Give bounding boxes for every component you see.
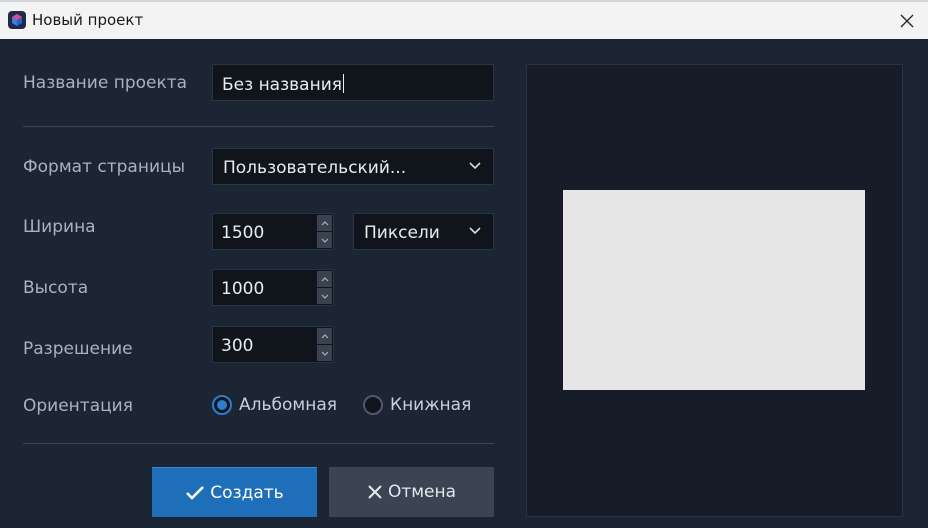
spinner-down-icon: [321, 351, 328, 356]
width-down-button[interactable]: [317, 232, 332, 248]
width-value: 1500: [221, 223, 265, 243]
orientation-portrait-radio[interactable]: Книжная: [363, 395, 471, 415]
radio-label: Книжная: [390, 395, 472, 415]
radio-dot: [212, 395, 232, 415]
app-logo-icon: [8, 11, 26, 29]
width-label: Ширина: [23, 217, 96, 237]
close-button[interactable]: [894, 8, 920, 34]
unit-value: Пиксели: [364, 223, 440, 243]
height-up-button[interactable]: [317, 271, 332, 287]
chevron-down-icon: [469, 162, 481, 170]
cancel-label: Отмена: [387, 482, 457, 502]
resolution-label: Разрешение: [23, 339, 133, 359]
height-label: Высота: [23, 278, 89, 298]
width-spinner[interactable]: 1500: [212, 213, 334, 250]
radio-dot: [363, 395, 383, 415]
page-format-select[interactable]: Пользовательский...: [212, 148, 494, 185]
chevron-down-icon: [469, 227, 481, 235]
orientation-landscape-radio[interactable]: Альбомная: [212, 395, 337, 415]
height-value: 1000: [221, 279, 265, 299]
checkmark-icon: [186, 485, 205, 500]
resolution-spinner[interactable]: 300: [212, 326, 334, 363]
orientation-label: Ориентация: [23, 396, 133, 416]
x-icon: [368, 485, 382, 499]
spinner-down-icon: [321, 294, 328, 299]
page-preview-panel: [526, 64, 903, 517]
page-preview: [563, 190, 865, 390]
spinner-up-icon: [321, 276, 328, 281]
resolution-up-button[interactable]: [317, 328, 332, 344]
page-format-value: Пользовательский...: [223, 158, 407, 178]
text-caret: [342, 74, 344, 93]
resolution-value: 300: [221, 336, 254, 356]
radio-label: Альбомная: [239, 395, 337, 415]
height-spinner[interactable]: 1000: [212, 269, 334, 306]
close-icon: [900, 14, 914, 28]
page-format-label: Формат страницы: [23, 157, 185, 177]
unit-select[interactable]: Пиксели: [353, 213, 494, 250]
project-name-input[interactable]: Без названия: [212, 64, 494, 101]
create-button[interactable]: Создать: [152, 467, 317, 517]
spinner-up-icon: [321, 333, 328, 338]
cancel-button[interactable]: Отмена: [329, 467, 494, 517]
resolution-down-button[interactable]: [317, 345, 332, 361]
project-name-value: Без названия: [222, 75, 342, 95]
width-up-button[interactable]: [317, 215, 332, 231]
create-label: Создать: [210, 482, 284, 503]
height-down-button[interactable]: [317, 288, 332, 304]
divider: [23, 443, 494, 444]
window-title: Новый проект: [32, 11, 144, 29]
divider: [23, 126, 494, 127]
title-bar: Новый проект: [0, 0, 928, 39]
spinner-up-icon: [321, 220, 328, 225]
spinner-down-icon: [321, 238, 328, 243]
project-name-label: Название проекта: [23, 73, 188, 93]
